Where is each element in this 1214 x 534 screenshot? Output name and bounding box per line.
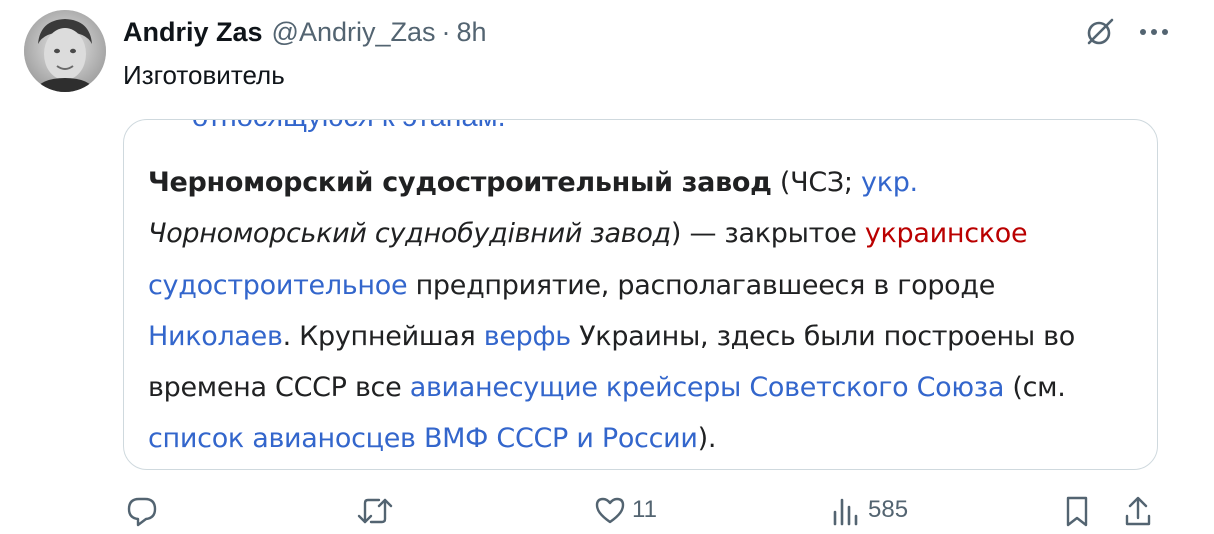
timestamp[interactable]: 8h xyxy=(457,17,487,48)
grok-icon xyxy=(1087,18,1114,45)
more-button[interactable] xyxy=(1136,14,1172,50)
avatar-image xyxy=(24,10,106,92)
wiki-link: авианесущие крейсеры Советского Союза xyxy=(409,372,1005,404)
cropped-text-line: относящуюся к этапам. xyxy=(192,120,506,134)
wiki-link: судостроительное xyxy=(148,269,408,301)
views-icon xyxy=(833,498,858,526)
wiki-redlink: украинское xyxy=(864,218,1028,250)
views-button[interactable]: 585 xyxy=(830,494,908,526)
tweet-top-actions xyxy=(1082,14,1172,50)
wiki-text-span: ) — закрытое xyxy=(670,218,865,250)
wiki-link: верфь xyxy=(483,320,571,352)
wiki-title: Черноморский судостроительный завод xyxy=(148,167,772,198)
wiki-link: укр. xyxy=(861,167,918,198)
wiki-text-span: (ЧСЗ; xyxy=(771,167,862,198)
reply-icon xyxy=(127,497,157,527)
wiki-text-span: (см. xyxy=(1004,372,1066,404)
heart-icon xyxy=(595,497,625,524)
tweet-actions: 11 585 xyxy=(0,494,1214,534)
like-count: 11 xyxy=(632,496,657,523)
more-icon xyxy=(1140,29,1168,35)
wiki-excerpt: Черноморский судостроительный завод (ЧСЗ… xyxy=(148,157,1138,465)
grok-button[interactable] xyxy=(1082,14,1118,50)
wiki-text-span: ). xyxy=(697,423,717,455)
wiki-link: список авианосцев ВМФ СССР и России xyxy=(148,423,698,455)
share-button[interactable] xyxy=(1122,494,1154,528)
bookmark-icon xyxy=(1066,496,1088,527)
separator-dot: · xyxy=(441,16,451,47)
views-count: 585 xyxy=(868,496,909,523)
tweet-header: Andriy Zas @Andriy_Zas · 8h xyxy=(123,14,487,50)
avatar[interactable] xyxy=(24,10,106,92)
author-handle[interactable]: @Andriy_Zas xyxy=(272,17,436,48)
media-card[interactable]: относящуюся к этапам. Черноморский судос… xyxy=(123,119,1158,470)
bookmark-button[interactable] xyxy=(1063,494,1091,528)
wiki-text-span: . Крупнейшая xyxy=(282,320,484,352)
retweet-button[interactable] xyxy=(356,494,400,528)
wiki-text-span: предприятие, располагавшееся в городе xyxy=(407,269,996,301)
retweet-icon xyxy=(357,498,393,524)
author-name[interactable]: Andriy Zas xyxy=(123,17,263,48)
reply-button[interactable] xyxy=(125,494,165,528)
wiki-link: Николаев xyxy=(148,320,283,352)
share-icon xyxy=(1125,496,1151,526)
like-button[interactable]: 11 xyxy=(594,494,657,526)
tweet-text: Изготовитель xyxy=(123,60,285,90)
wiki-italic-name: Чорноморський суднобудівний завод xyxy=(148,218,671,250)
